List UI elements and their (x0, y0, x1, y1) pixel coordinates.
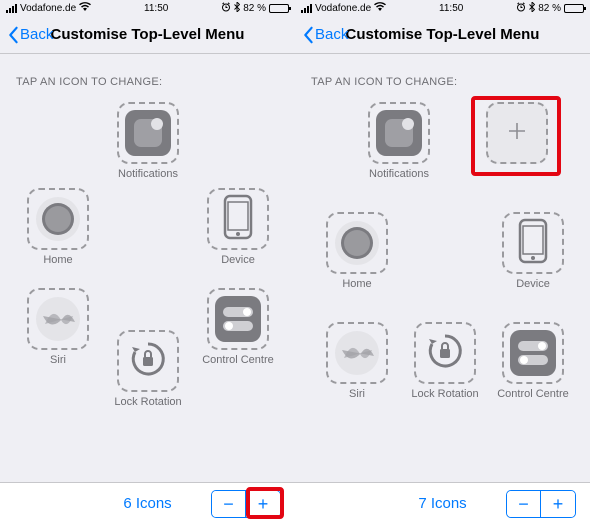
bottom-bar: 6 Icons − + (0, 482, 295, 524)
chevron-left-icon (6, 26, 20, 44)
slot-siri[interactable]: Siri (313, 322, 401, 400)
tile-label: Siri (14, 354, 102, 366)
nav-title: Customise Top-Level Menu (346, 26, 540, 43)
nav-title: Customise Top-Level Menu (51, 26, 245, 43)
carrier-label: Vodafone.de (20, 3, 76, 14)
control-centre-icon (215, 296, 261, 342)
nav-bar: Back Customise Top-Level Menu (295, 16, 590, 54)
slot-device[interactable]: Device (194, 188, 282, 266)
slot-control-centre[interactable]: Control Centre (194, 288, 282, 366)
tile-label: Control Centre (489, 388, 577, 400)
plus-button[interactable]: + (541, 491, 575, 517)
screen-left: Vodafone.de 11:50 82 % Back Customise To… (0, 0, 295, 524)
back-button[interactable]: Back (301, 26, 348, 44)
back-button[interactable]: Back (6, 26, 53, 44)
icon-stepper: − + (506, 490, 576, 518)
nav-bar: Back Customise Top-Level Menu (0, 16, 295, 54)
bluetooth-icon (234, 2, 240, 15)
slot-lock-rotation[interactable]: Lock Rotation (104, 330, 192, 408)
tile-label: Notifications (355, 168, 443, 180)
signal-icon (6, 4, 17, 13)
plus-icon (505, 119, 529, 148)
slot-notifications[interactable]: Notifications (355, 102, 443, 180)
status-time: 11:50 (144, 3, 168, 14)
alarm-icon (221, 2, 231, 15)
back-label: Back (20, 26, 53, 43)
lock-rotation-icon (128, 339, 168, 384)
battery-label: 82 % (538, 3, 561, 14)
slot-device[interactable]: Device (489, 212, 577, 290)
chevron-left-icon (301, 26, 315, 44)
wifi-icon (374, 2, 386, 14)
carrier-label: Vodafone.de (315, 3, 371, 14)
screen-right: Vodafone.de 11:50 82 % Back Customise To… (295, 0, 590, 524)
bluetooth-icon (529, 2, 535, 15)
bottom-bar: 7 Icons − + (295, 482, 590, 524)
device-icon (223, 194, 253, 245)
tile-label: Home (313, 278, 401, 290)
slot-siri[interactable]: Siri (14, 288, 102, 366)
icon-count: 7 Icons (418, 495, 466, 512)
section-label: TAP AN ICON TO CHANGE: (16, 76, 285, 88)
tile-label: Lock Rotation (401, 388, 489, 400)
minus-button[interactable]: − (507, 491, 541, 517)
icon-count: 6 Icons (123, 495, 171, 512)
slot-control-centre[interactable]: Control Centre (489, 322, 577, 400)
battery-label: 82 % (243, 3, 266, 14)
siri-icon (35, 296, 81, 342)
status-time: 11:50 (439, 3, 463, 14)
icon-grid: Notifications Home Device (305, 102, 580, 472)
wifi-icon (79, 2, 91, 14)
control-centre-icon (510, 330, 556, 376)
tile-label: Siri (313, 388, 401, 400)
siri-icon (334, 330, 380, 376)
slot-notifications[interactable]: Notifications (104, 102, 192, 180)
plus-button[interactable]: + (246, 491, 280, 517)
status-bar: Vodafone.de 11:50 82 % (0, 0, 295, 16)
alarm-icon (516, 2, 526, 15)
signal-icon (301, 4, 312, 13)
tile-label: Notifications (104, 168, 192, 180)
tile-label: Home (14, 254, 102, 266)
back-label: Back (315, 26, 348, 43)
tile-label: Control Centre (194, 354, 282, 366)
home-icon (334, 220, 380, 266)
tile-label: Device (489, 278, 577, 290)
tile-label: Lock Rotation (104, 396, 192, 408)
minus-button[interactable]: − (212, 491, 246, 517)
notifications-icon (376, 110, 422, 156)
status-bar: Vodafone.de 11:50 82 % (295, 0, 590, 16)
section-label: TAP AN ICON TO CHANGE: (311, 76, 580, 88)
notifications-icon (125, 110, 171, 156)
battery-icon (564, 4, 584, 13)
device-icon (518, 218, 548, 269)
icon-grid: Notifications Home Device Siri (10, 102, 285, 472)
tile-label: Device (194, 254, 282, 266)
lock-rotation-icon (425, 331, 465, 376)
slot-empty[interactable] (473, 102, 561, 168)
home-icon (35, 196, 81, 242)
battery-icon (269, 4, 289, 13)
slot-home[interactable]: Home (14, 188, 102, 266)
icon-stepper: − + (211, 490, 281, 518)
slot-lock-rotation[interactable]: Lock Rotation (401, 322, 489, 400)
slot-home[interactable]: Home (313, 212, 401, 290)
